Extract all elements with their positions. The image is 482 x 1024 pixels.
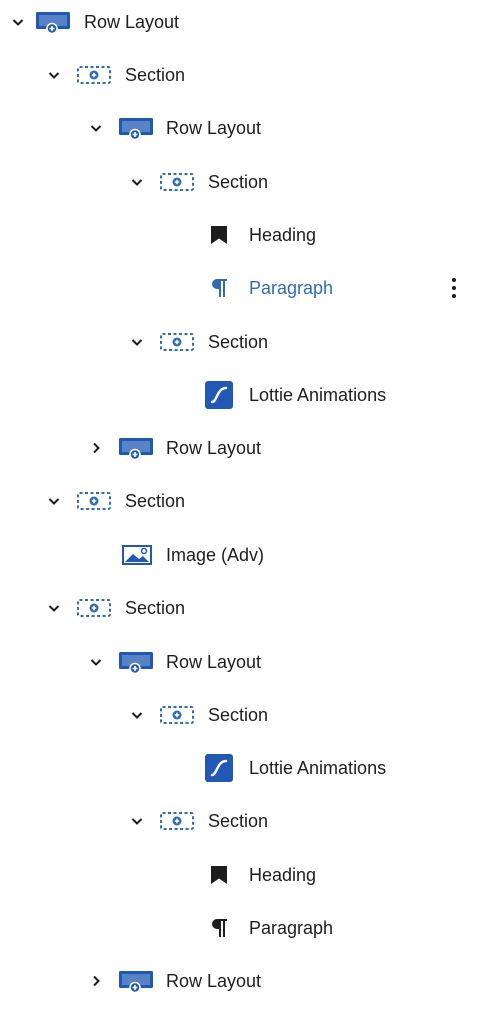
section-icon	[160, 173, 194, 191]
heading-bookmark-icon	[211, 226, 227, 244]
tree-item-label: Section	[208, 811, 269, 831]
paragraph-icon	[212, 279, 227, 297]
section-icon	[77, 492, 111, 510]
tree-item-label: Section	[125, 65, 186, 85]
tree-item-lottie-animations[interactable]: Lottie Animations	[0, 375, 482, 415]
tree-item-row-layout[interactable]: Row Layout	[0, 642, 482, 682]
block-list-tree: Row Layout Section Row Layout Section He…	[0, 0, 482, 1024]
tree-item-label: Row Layout	[166, 118, 262, 138]
section-icon	[77, 599, 111, 617]
tree-item-heading[interactable]: Heading	[0, 215, 482, 255]
more-options-icon[interactable]	[444, 276, 464, 300]
tree-item-label: Paragraph	[249, 918, 334, 938]
chevron-down-icon[interactable]	[46, 67, 62, 83]
tree-item-section[interactable]: Section	[0, 481, 482, 521]
tree-item-section[interactable]: Section	[0, 55, 482, 95]
chevron-down-icon[interactable]	[129, 174, 145, 190]
tree-item-label: Row Layout	[166, 652, 262, 672]
tree-item-row-layout[interactable]: Row Layout	[0, 2, 482, 42]
tree-item-row-layout[interactable]: Row Layout	[0, 961, 482, 1001]
chevron-down-icon[interactable]	[88, 120, 104, 136]
section-icon	[160, 812, 194, 830]
tree-item-label: Lottie Animations	[249, 385, 387, 405]
row-layout-icon	[119, 438, 153, 460]
section-icon	[160, 706, 194, 724]
chevron-right-icon[interactable]	[88, 973, 104, 989]
chevron-down-icon[interactable]	[10, 14, 26, 30]
tree-item-heading[interactable]: Heading	[0, 855, 482, 895]
tree-item-section[interactable]: Section	[0, 588, 482, 628]
section-icon	[160, 333, 194, 351]
tree-item-label: Image (Adv)	[166, 545, 265, 565]
tree-item-label: Heading	[249, 865, 317, 885]
tree-item-paragraph[interactable]: Paragraph	[0, 908, 482, 948]
chevron-down-icon[interactable]	[129, 334, 145, 350]
chevron-right-icon[interactable]	[88, 440, 104, 456]
row-layout-icon	[119, 118, 153, 140]
lottie-icon	[205, 754, 233, 782]
row-layout-icon	[119, 652, 153, 674]
row-layout-icon	[119, 971, 153, 993]
chevron-down-icon[interactable]	[88, 654, 104, 670]
tree-item-lottie-animations[interactable]: Lottie Animations	[0, 748, 482, 788]
tree-item-section[interactable]: Section	[0, 322, 482, 362]
tree-item-section[interactable]: Section	[0, 162, 482, 202]
tree-item-label: Section	[208, 705, 269, 725]
tree-item-label: Row Layout	[166, 438, 262, 458]
tree-item-row-layout[interactable]: Row Layout	[0, 108, 482, 148]
chevron-down-icon[interactable]	[46, 493, 62, 509]
tree-item-section[interactable]: Section	[0, 801, 482, 841]
tree-item-section[interactable]: Section	[0, 695, 482, 735]
tree-item-image-adv[interactable]: Image (Adv)	[0, 535, 482, 575]
tree-item-label: Lottie Animations	[249, 758, 387, 778]
paragraph-icon	[212, 919, 227, 937]
tree-item-label: Section	[208, 332, 269, 352]
chevron-down-icon[interactable]	[129, 707, 145, 723]
tree-item-partial	[35, 1018, 69, 1024]
image-icon	[122, 545, 152, 565]
tree-item-label: Section	[125, 598, 186, 618]
lottie-icon	[205, 381, 233, 409]
row-layout-icon	[36, 12, 70, 34]
tree-item-row-layout[interactable]: Row Layout	[0, 428, 482, 468]
tree-item-label: Row Layout	[166, 971, 262, 991]
tree-item-label: Section	[208, 172, 269, 192]
chevron-down-icon[interactable]	[46, 600, 62, 616]
heading-bookmark-icon	[211, 866, 227, 884]
tree-item-paragraph-selected[interactable]: Paragraph	[0, 268, 482, 308]
section-icon	[77, 66, 111, 84]
tree-item-label: Heading	[249, 225, 317, 245]
tree-item-label: Row Layout	[84, 12, 180, 32]
chevron-down-icon[interactable]	[129, 813, 145, 829]
tree-item-label: Section	[125, 491, 186, 511]
tree-item-label: Paragraph	[249, 278, 334, 298]
